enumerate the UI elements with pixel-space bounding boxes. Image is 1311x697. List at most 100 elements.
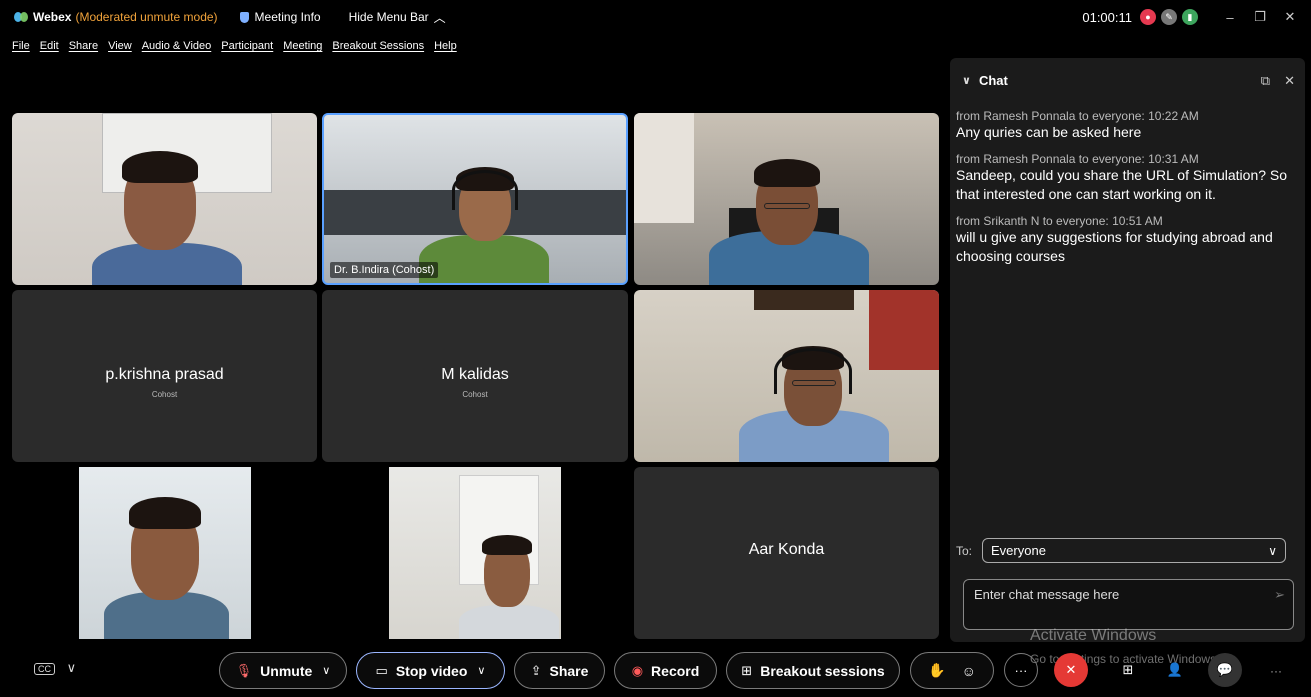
meeting-info-label: Meeting Info [254, 10, 321, 24]
unmute-label: Unmute [260, 662, 313, 679]
hide-menu-label: Hide Menu Bar [348, 10, 429, 24]
video-tile-participant-4[interactable]: p.krishna prasad Cohost [12, 290, 317, 462]
video-tile-participant-7[interactable] [12, 467, 317, 639]
recording-indicator-icon[interactable]: ● [1140, 9, 1156, 25]
menu-bar: File Edit Share View Audio & Video Parti… [0, 36, 467, 56]
participant-name: Aar Konda [748, 541, 825, 558]
record-label: Record [651, 662, 700, 679]
glasses-image [792, 380, 836, 386]
minimize-icon[interactable]: – [1217, 10, 1243, 25]
menu-file[interactable]: File [12, 40, 30, 52]
menu-help[interactable]: Help [434, 40, 457, 52]
chat-title: Chat [978, 73, 1008, 88]
network-icon[interactable]: ✎ [1161, 9, 1177, 25]
video-tile-participant-9[interactable]: Aar Konda [634, 467, 939, 639]
chevron-down-icon: ∨ [477, 665, 486, 677]
to-label: To: [956, 543, 973, 558]
meeting-timer: 01:00:11 [1082, 9, 1132, 25]
participant-hair [122, 151, 198, 183]
menu-audio-video[interactable]: Audio & Video [142, 40, 212, 52]
chat-input-placeholder: Enter chat message here [974, 587, 1120, 602]
recipient-value: Everyone [991, 543, 1046, 558]
participants-icon[interactable]: 👤 [1158, 653, 1192, 687]
collapse-chevron-icon[interactable]: ∨ [962, 74, 971, 87]
chat-icon[interactable]: 💬 [1208, 653, 1242, 687]
meeting-info-button[interactable]: Meeting Info [239, 10, 321, 24]
raise-hand-icon[interactable]: ✋ [928, 662, 945, 679]
menu-meeting[interactable]: Meeting [283, 40, 322, 52]
webex-logo-icon [14, 12, 28, 22]
chat-messages: from Ramesh Ponnala to everyone: 10:22 A… [950, 103, 1305, 266]
share-icon: ⇪ [530, 662, 542, 678]
message-text: will u give any suggestions for studying… [956, 229, 1273, 264]
video-tile-participant-1[interactable] [12, 113, 317, 285]
menu-breakout-sessions[interactable]: Breakout Sessions [332, 40, 424, 52]
message-meta: from Srikanth N to everyone: 10:51 AM [956, 214, 1163, 228]
portrait-video-frame [79, 467, 251, 639]
share-button[interactable]: ⇪ Share [514, 652, 605, 689]
breakout-label: Breakout sessions [760, 662, 885, 679]
message-text: Any quries can be asked here [956, 124, 1142, 140]
participants-apps-icon[interactable]: ⊞ [1111, 653, 1145, 687]
menu-share[interactable]: Share [69, 40, 98, 52]
video-tile-participant-3[interactable] [634, 113, 939, 285]
video-tile-participant-8[interactable] [322, 467, 628, 639]
video-tile-active-speaker[interactable]: Dr. B.Indira (Cohost) [322, 113, 628, 285]
recipient-select[interactable]: Everyone ∨ [982, 538, 1287, 563]
close-window-icon[interactable]: ✕ [1277, 9, 1303, 25]
end-meeting-icon[interactable]: ✕ [1054, 653, 1088, 687]
message-meta: from Ramesh Ponnala to everyone: 10:22 A… [956, 109, 1199, 123]
send-icon[interactable]: ➢ [1274, 587, 1285, 603]
chevron-down-icon: ∨ [322, 665, 331, 677]
video-tile-participant-6[interactable] [634, 290, 939, 462]
chat-message: from Ramesh Ponnala to everyone: 10:22 A… [950, 109, 1305, 142]
record-icon: ◉ [631, 662, 644, 678]
chevron-down-icon: ∨ [66, 660, 77, 675]
participant-hair [482, 535, 532, 555]
participant-role: Cohost [151, 390, 178, 399]
close-chat-icon[interactable]: ✕ [1284, 73, 1295, 89]
background-wall-image [634, 113, 694, 223]
more-options-icon[interactable]: ··· [1004, 653, 1038, 687]
chevron-up-icon: ︿ [433, 10, 446, 25]
record-button[interactable]: ◉ Record [614, 652, 717, 689]
breakout-icon: ⊞ [741, 662, 753, 678]
unmute-button[interactable]: 🎙 Unmute ∨ [219, 652, 347, 689]
portrait-video-frame [389, 467, 561, 639]
headset-image [452, 170, 518, 210]
captions-icon: CC [34, 663, 55, 675]
video-tile-participant-5[interactable]: M kalidas Cohost [322, 290, 628, 462]
camera-icon: ▭ [375, 662, 388, 678]
stats-icon[interactable]: ▮ [1182, 9, 1198, 25]
chat-message-input[interactable]: Enter chat message here ➢ [963, 579, 1294, 630]
reactions-icon[interactable]: ☺ [962, 663, 976, 679]
chat-message: from Srikanth N to everyone: 10:51 AM wi… [950, 214, 1305, 266]
participant-name: p.krishna prasad [105, 366, 224, 383]
menu-view[interactable]: View [108, 40, 132, 52]
recipient-row: To: Everyone ∨ [956, 538, 1287, 563]
participant-body [459, 605, 559, 639]
menu-edit[interactable]: Edit [40, 40, 59, 52]
participant-name: M kalidas [441, 366, 509, 383]
participant-hair [129, 497, 201, 529]
menu-participant[interactable]: Participant [221, 40, 273, 52]
microphone-muted-icon: 🎙 [235, 662, 253, 678]
popout-icon[interactable]: ⧉ [1261, 73, 1270, 89]
glasses-image [764, 203, 810, 209]
activate-windows-title: Activate Windows [1030, 627, 1157, 644]
chevron-down-icon: ∨ [1268, 543, 1278, 558]
chat-header: ∨ Chat ⧉ ✕ [950, 58, 1305, 103]
hand-reactions-group: ✋ ☺ [910, 652, 994, 689]
breakout-sessions-button[interactable]: ⊞ Breakout sessions [726, 652, 900, 689]
stop-video-button[interactable]: ▭ Stop video ∨ [356, 652, 505, 689]
overflow-menu-icon[interactable]: ··· [1270, 664, 1282, 678]
share-label: Share [549, 662, 589, 679]
participant-name-label: Dr. B.Indira (Cohost) [330, 262, 439, 278]
meeting-mode: (Moderated unmute mode) [75, 10, 218, 24]
participant-role: Cohost [462, 390, 488, 399]
hide-menu-bar-button[interactable]: Hide Menu Bar ︿ [349, 9, 446, 26]
captions-button[interactable]: CC ∨ [34, 660, 76, 676]
restore-icon[interactable]: ❐ [1247, 9, 1273, 25]
shield-icon [239, 11, 249, 23]
participant-hair [754, 159, 820, 187]
